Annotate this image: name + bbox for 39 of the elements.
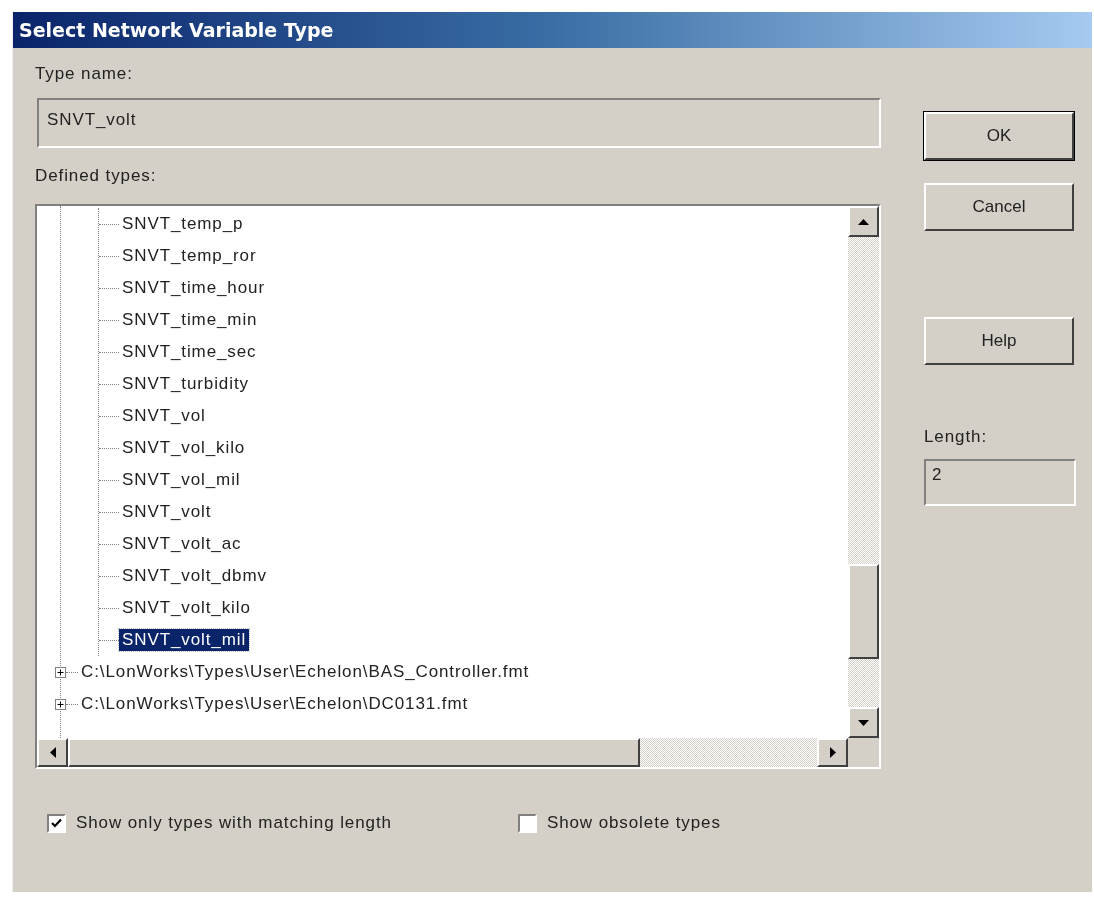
defined-types-label: Defined types: xyxy=(35,166,158,186)
check-icon xyxy=(51,817,62,829)
length-label: Length: xyxy=(924,427,989,447)
tree-item[interactable]: SNVT_vol_kilo xyxy=(119,437,249,459)
tree-item[interactable]: SNVT_temp_ror xyxy=(119,245,260,267)
checkbox-label[interactable]: Show only types with matching length xyxy=(76,813,392,833)
tree-item[interactable]: SNVT_volt_ac xyxy=(119,533,245,555)
dialog-button[interactable]: OK xyxy=(924,112,1074,160)
tree-item[interactable]: SNVT_vol xyxy=(119,405,209,427)
checkbox-label[interactable]: Show obsolete types xyxy=(546,813,721,833)
tree-item[interactable]: SNVT_time_hour xyxy=(119,277,268,299)
checkbox[interactable] xyxy=(517,813,537,833)
scroll-thumb[interactable] xyxy=(848,564,879,659)
type-name-label: Type name: xyxy=(35,64,134,84)
scroll-left-icon[interactable] xyxy=(49,747,56,758)
tree-item[interactable]: SNVT_time_min xyxy=(119,309,261,331)
tree-item[interactable]: SNVT_turbidity xyxy=(119,373,252,395)
vertical-scrollbar[interactable] xyxy=(848,206,879,738)
dialog-button[interactable]: Help xyxy=(924,317,1074,365)
dialog-button[interactable]: Cancel xyxy=(924,183,1074,231)
scroll-up-icon[interactable] xyxy=(858,218,869,225)
tree-item[interactable]: SNVT_volt_dbmv xyxy=(119,565,270,587)
scroll-thumb[interactable] xyxy=(68,738,640,767)
tree-item[interactable]: SNVT_volt_kilo xyxy=(119,597,254,619)
type-name-field[interactable]: SNVT_volt xyxy=(37,98,881,148)
expand-icon[interactable] xyxy=(55,698,66,710)
window-title: Select Network Variable Type xyxy=(19,19,334,41)
tree-item[interactable]: C:\LonWorks\Types\User\Echelon\BAS_Controller.fmt xyxy=(78,661,533,683)
tree-item[interactable]: SNVT_volt xyxy=(119,501,215,523)
tree-item[interactable]: SNVT_volt_mil xyxy=(119,629,250,651)
scroll-right-icon[interactable] xyxy=(829,747,836,758)
length-field[interactable]: 2 xyxy=(924,459,1076,506)
checkbox[interactable] xyxy=(47,813,66,833)
scroll-down-icon[interactable] xyxy=(858,719,869,726)
tree-item[interactable]: SNVT_time_sec xyxy=(119,341,260,363)
tree-item[interactable]: SNVT_temp_p xyxy=(119,213,247,235)
expand-icon[interactable] xyxy=(55,666,66,678)
tree-item[interactable]: C:\LonWorks\Types\User\Echelon\DC0131.fmt xyxy=(78,693,472,715)
tree-item[interactable]: SNVT_vol_mil xyxy=(119,469,244,491)
